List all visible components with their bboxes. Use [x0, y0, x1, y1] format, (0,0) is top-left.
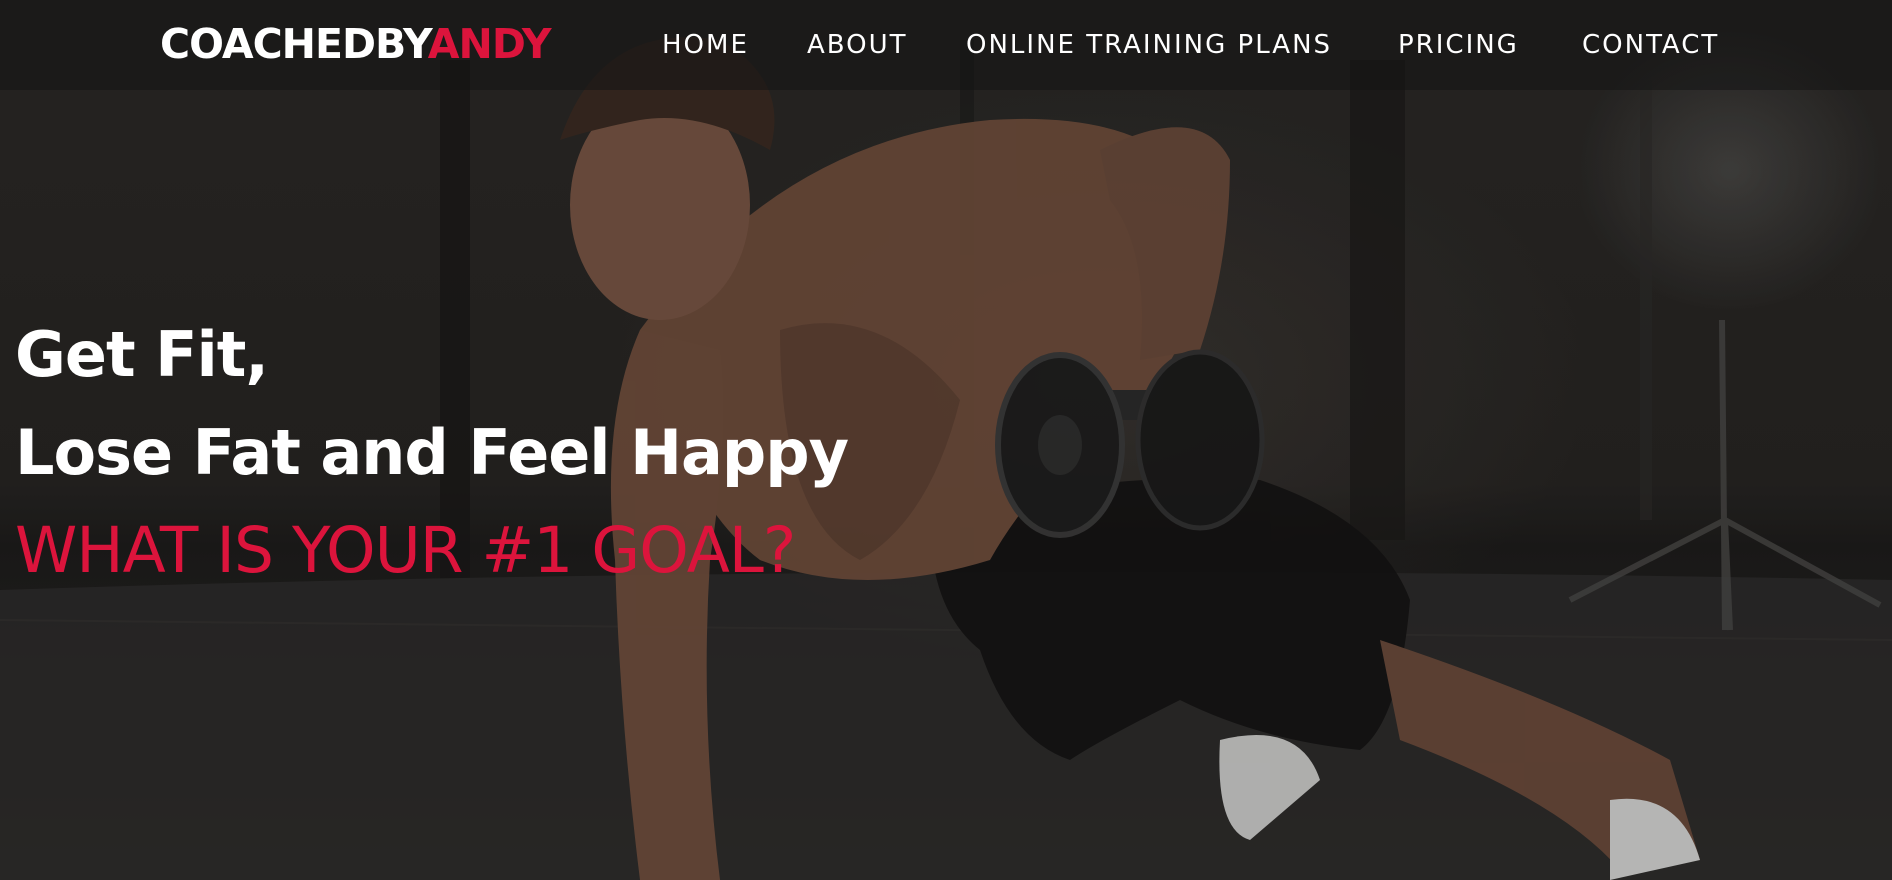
nav-link-about[interactable]: ABOUT [807, 30, 908, 60]
nav-link-online-training-plans[interactable]: ONLINE TRAINING PLANS [966, 30, 1332, 60]
logo-accent-text: ANDY [427, 20, 552, 68]
hero-headline-line-1: Get Fit, [15, 318, 269, 391]
site-logo[interactable]: COACHEDBYANDY [160, 20, 552, 68]
nav-link-contact[interactable]: CONTACT [1582, 30, 1719, 60]
top-navbar: COACHEDBYANDY HOME ABOUT ONLINE TRAINING… [0, 0, 1892, 90]
logo-main-text: COACHEDBY [160, 20, 429, 68]
hero-headline-line-2: Lose Fat and Feel Happy [15, 416, 849, 489]
nav-link-home[interactable]: HOME [662, 30, 749, 60]
hero-section: COACHEDBYANDY HOME ABOUT ONLINE TRAINING… [0, 0, 1892, 880]
nav-link-pricing[interactable]: PRICING [1398, 30, 1519, 60]
hero-tagline: WHAT IS YOUR #1 GOAL? [15, 514, 796, 587]
